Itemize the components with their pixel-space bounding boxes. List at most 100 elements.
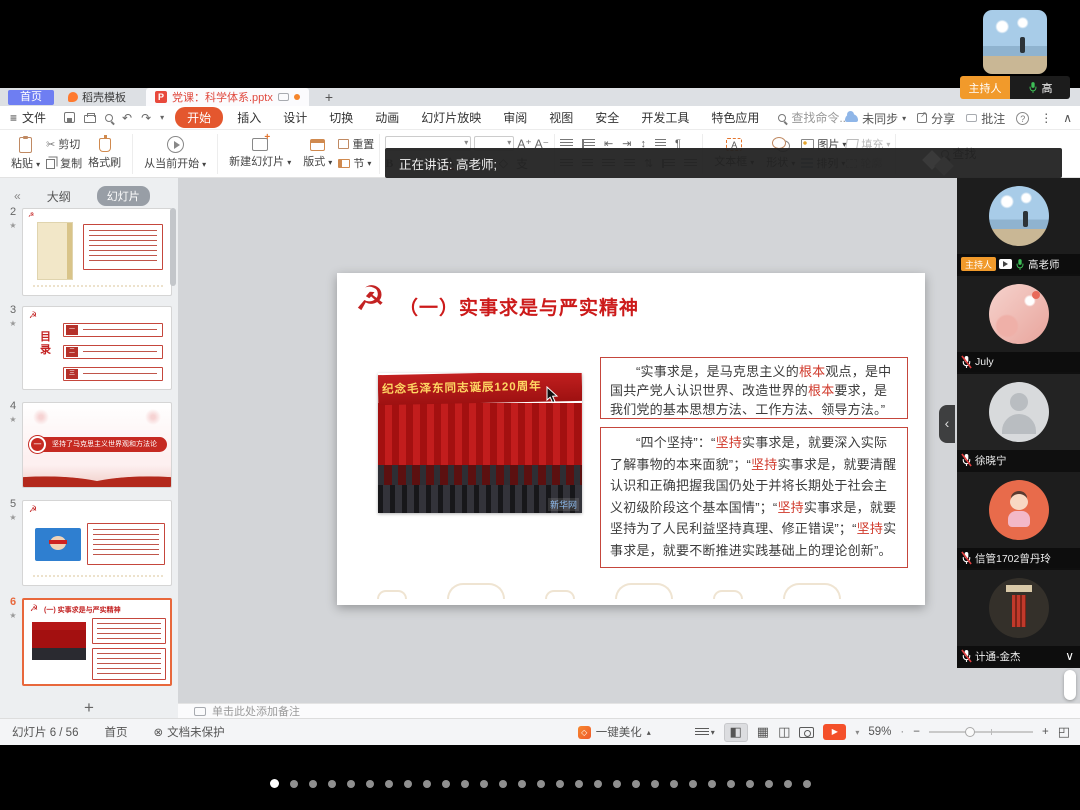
collapse-ribbon-button[interactable]: ∧ (1063, 111, 1072, 125)
pager-dot[interactable] (708, 780, 716, 788)
tab-slideshow[interactable]: 幻灯片放映 (410, 107, 492, 128)
zoom-in-button[interactable]: + (1042, 726, 1049, 738)
beautify-button[interactable]: ◇ 一键美化 ▴ (578, 724, 651, 740)
numbering-button[interactable] (582, 139, 595, 148)
tab-transition[interactable]: 切换 (318, 107, 364, 128)
slide-thumbnail-3[interactable]: ☭ 目 录 一 二 三 (22, 306, 172, 390)
print-icon[interactable] (84, 115, 96, 123)
expand-panel-handle[interactable]: ‹ (939, 405, 955, 443)
redo-icon[interactable]: ↷ (141, 111, 151, 125)
reading-view-button[interactable]: ◫ (778, 725, 790, 740)
doc-protection-status[interactable]: ⊗ 文档未保护 (153, 724, 224, 740)
pager-dot[interactable] (309, 780, 317, 788)
pager-dot[interactable] (689, 780, 697, 788)
tab-special-apps[interactable]: 特色应用 (700, 107, 770, 128)
participant-tile[interactable]: 计通-金杰 ∨ (957, 570, 1080, 666)
bullets-button[interactable] (560, 139, 573, 148)
pager-dot[interactable] (385, 780, 393, 788)
cut-button[interactable]: ✂剪切 (46, 137, 82, 152)
pager-dot[interactable] (347, 780, 355, 788)
customize-qat-icon[interactable]: ▾ (160, 113, 164, 122)
pager-dot[interactable] (423, 780, 431, 788)
pager-dot[interactable] (499, 780, 507, 788)
fit-window-button[interactable]: ◰ (1058, 725, 1070, 740)
pager-dot[interactable] (556, 780, 564, 788)
text-direction-button[interactable] (655, 139, 666, 148)
status-home-button[interactable]: 首页 (104, 724, 127, 740)
pager-dot[interactable] (518, 780, 526, 788)
normal-view-button[interactable]: ◧ (724, 723, 748, 742)
tab-slides[interactable]: 幻灯片 (97, 186, 150, 206)
pager-dot[interactable] (270, 779, 279, 788)
comment-button[interactable]: 批注 (966, 110, 1005, 127)
floating-video-tile[interactable]: 主持人 高 (960, 10, 1070, 99)
display-scale-button[interactable]: ▾ (695, 728, 715, 737)
pager-dot[interactable] (594, 780, 602, 788)
pager-dot[interactable] (366, 780, 374, 788)
slide-sorter-view-button[interactable]: ▦ (757, 725, 769, 740)
tab-devtools[interactable]: 开发工具 (630, 107, 700, 128)
zoom-slider-thumb[interactable] (965, 727, 975, 737)
tab-view[interactable]: 视图 (538, 107, 584, 128)
pager-dot[interactable] (651, 780, 659, 788)
format-painter-button[interactable]: 格式刷 (82, 138, 127, 170)
participant-tile[interactable]: 主持人 高老师 (957, 178, 1080, 274)
share-button[interactable]: 分享 (917, 110, 955, 127)
tab-review[interactable]: 审阅 (492, 107, 538, 128)
slide-thumbnail-4[interactable]: 一 坚持了马克思主义世界观和方法论 (22, 402, 172, 488)
slideshow-play-button[interactable]: ▶ (823, 724, 846, 740)
pager-dot[interactable] (480, 780, 488, 788)
pager-dot[interactable] (746, 780, 754, 788)
pager-dot[interactable] (537, 780, 545, 788)
save-icon[interactable] (64, 112, 75, 123)
sync-status[interactable]: 未同步 ▾ (845, 110, 906, 127)
layout-button[interactable]: 版式 ▾ (297, 139, 338, 169)
record-view-button[interactable] (799, 727, 814, 738)
current-slide[interactable]: ☭ （一）实事求是与严实精神 纪念毛泽东同志诞辰120周年 新华网 “实事求是，… (337, 273, 925, 605)
sidebar-scrollbar[interactable] (170, 208, 176, 286)
zoom-out-button[interactable]: − (913, 726, 920, 738)
section-button[interactable]: 节▾ (338, 156, 374, 171)
help-button[interactable]: ? (1016, 112, 1029, 125)
canvas-scrollbar[interactable] (1064, 670, 1076, 700)
pager-dot[interactable] (765, 780, 773, 788)
comment-bubble-icon[interactable] (278, 93, 289, 101)
pager-dot[interactable] (670, 780, 678, 788)
slide-thumbnail-2[interactable]: ☭ (22, 208, 172, 296)
tab-design[interactable]: 设计 (272, 107, 318, 128)
add-slide-button[interactable]: + (84, 698, 94, 718)
print-preview-icon[interactable] (105, 114, 113, 122)
pager-dot[interactable] (404, 780, 412, 788)
tab-home[interactable]: 首页 (8, 90, 54, 105)
tab-docer-templates[interactable]: 稻壳模板 (68, 89, 126, 105)
new-tab-button[interactable]: + (325, 90, 333, 104)
play-from-current-button[interactable]: 从当前开始 ▾ (138, 136, 212, 171)
tab-outline[interactable]: 大纲 (47, 188, 71, 205)
zoom-level[interactable]: 59% (868, 726, 891, 738)
slide-thumbnail-6-current[interactable]: ☭ (一) 实事求是与严实精神 (22, 598, 172, 686)
pager-dot[interactable] (290, 780, 298, 788)
more-button[interactable]: ⋮ (1040, 111, 1052, 125)
play-options-icon[interactable]: ▾ (855, 728, 859, 737)
file-menu[interactable]: ≡ 文件 (0, 109, 56, 126)
participant-tile[interactable]: July (957, 276, 1080, 372)
pager-dot[interactable] (575, 780, 583, 788)
slide-thumbnail-5[interactable]: ☭ (22, 500, 172, 586)
paste-button[interactable]: 粘贴 ▾ (5, 137, 46, 171)
tab-animation[interactable]: 动画 (364, 107, 410, 128)
participant-tile[interactable]: 徐晓宁 (957, 374, 1080, 470)
pager-dot[interactable] (461, 780, 469, 788)
pager-dot[interactable] (613, 780, 621, 788)
participant-tile[interactable]: 信管1702曾丹玲 (957, 472, 1080, 568)
reset-button[interactable]: 重置 (338, 137, 374, 152)
pager-dot[interactable] (442, 780, 450, 788)
collapse-participants-icon[interactable]: ∨ (1065, 649, 1076, 663)
tab-insert[interactable]: 插入 (226, 107, 272, 128)
pager-dot[interactable] (784, 780, 792, 788)
pager-dot[interactable] (632, 780, 640, 788)
copy-button[interactable]: 复制 (46, 156, 82, 171)
pager-dot[interactable] (803, 780, 811, 788)
command-search[interactable]: 查找命令... (778, 109, 849, 126)
tab-document[interactable]: P 党课：科学体系.pptx (146, 88, 309, 106)
tab-start[interactable]: 开始 (175, 107, 223, 128)
